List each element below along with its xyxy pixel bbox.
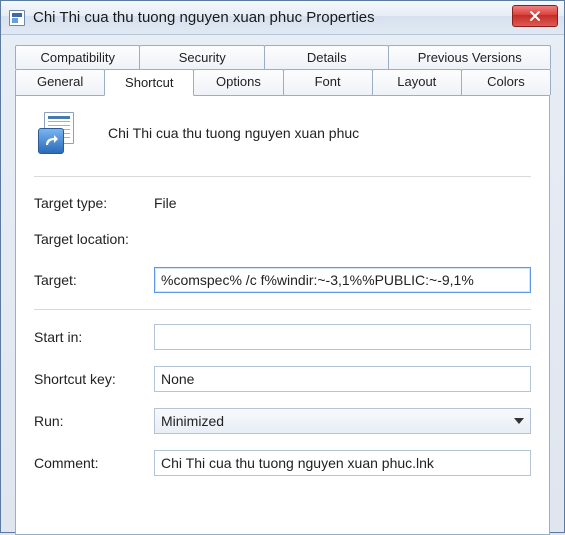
window-title: Chi Thi cua thu tuong nguyen xuan phuc P…	[33, 9, 512, 26]
separator	[34, 176, 531, 177]
close-icon	[529, 10, 541, 22]
tab-colors[interactable]: Colors	[461, 69, 551, 95]
label-target: Target:	[34, 272, 154, 288]
titlebar: Chi Thi cua thu tuong nguyen xuan phuc P…	[1, 1, 564, 35]
label-comment: Comment:	[34, 455, 154, 471]
run-select-value: Minimized	[161, 413, 224, 429]
shortcut-large-icon	[38, 112, 80, 154]
comment-input[interactable]	[154, 450, 531, 476]
start-in-input[interactable]	[154, 324, 531, 350]
arrow-overlay-icon	[43, 133, 59, 149]
label-start-in: Start in:	[34, 329, 154, 345]
label-shortcut-key: Shortcut key:	[34, 371, 154, 387]
tab-compatibility[interactable]: Compatibility	[15, 45, 140, 69]
tab-options[interactable]: Options	[193, 69, 283, 95]
label-run: Run:	[34, 413, 154, 429]
label-target-type: Target type:	[34, 195, 154, 211]
shortcut-tab-pane: Chi Thi cua thu tuong nguyen xuan phuc T…	[15, 95, 550, 535]
tab-layout[interactable]: Layout	[372, 69, 462, 95]
tab-font[interactable]: Font	[283, 69, 373, 95]
properties-window: Chi Thi cua thu tuong nguyen xuan phuc P…	[0, 0, 565, 533]
tab-previous-versions[interactable]: Previous Versions	[388, 45, 551, 69]
chevron-down-icon	[514, 418, 524, 424]
close-button[interactable]	[512, 5, 558, 27]
tab-strip: Compatibility Security Details Previous …	[1, 35, 564, 95]
value-target-type: File	[154, 195, 177, 211]
shortcut-file-icon	[9, 10, 25, 26]
label-target-location: Target location:	[34, 231, 154, 247]
separator	[34, 309, 531, 310]
run-select[interactable]: Minimized	[154, 408, 531, 434]
tab-details[interactable]: Details	[264, 45, 389, 69]
tab-shortcut[interactable]: Shortcut	[104, 69, 194, 96]
tab-general[interactable]: General	[15, 69, 105, 95]
shortcut-key-input[interactable]	[154, 366, 531, 392]
tab-security[interactable]: Security	[139, 45, 264, 69]
file-title: Chi Thi cua thu tuong nguyen xuan phuc	[108, 125, 359, 141]
target-input[interactable]	[154, 267, 531, 293]
